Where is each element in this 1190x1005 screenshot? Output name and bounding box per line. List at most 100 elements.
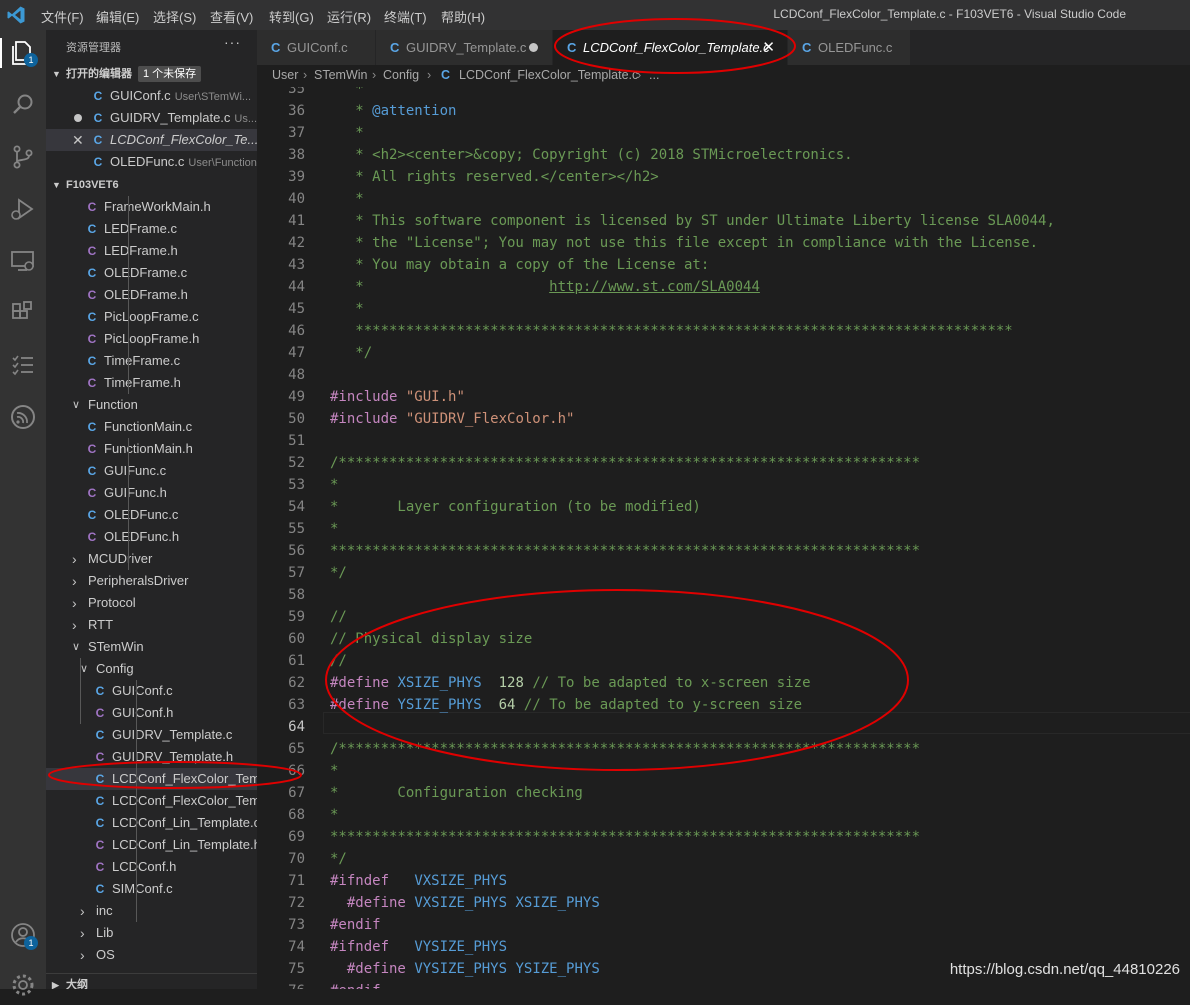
file-lcdconf-flexcolor-tem[interactable]: C LCDConf_FlexColor_Tem... xyxy=(46,768,257,790)
menu-file[interactable]: 文件(F) xyxy=(41,7,84,26)
code-line[interactable]: /***************************************… xyxy=(330,452,920,474)
file-lcdconf-h[interactable]: C LCDConf.h xyxy=(46,856,257,878)
tab-oledfunc[interactable]: C OLEDFunc.c xyxy=(788,30,911,65)
run-debug-icon[interactable] xyxy=(8,194,38,224)
unsaved-dot-icon[interactable] xyxy=(529,43,538,52)
testing-icon[interactable] xyxy=(8,350,38,380)
breadcrumb-config[interactable]: Config xyxy=(383,65,419,85)
code-line[interactable]: * This software component is licensed by… xyxy=(330,210,1055,232)
file-lcdconf-lin-template-h[interactable]: C LCDConf_Lin_Template.h xyxy=(46,834,257,856)
code-line[interactable]: ****************************************… xyxy=(330,320,1012,342)
file-lcdconf-flexcolor-tem[interactable]: C LCDConf_FlexColor_Tem... xyxy=(46,790,257,812)
code-line[interactable]: #ifndef VYSIZE_PHYS xyxy=(330,936,507,958)
file-timeframe-c[interactable]: C TimeFrame.c xyxy=(46,350,257,372)
code-line[interactable]: * xyxy=(330,518,338,540)
file-ledframe-c[interactable]: C LEDFrame.c xyxy=(46,218,257,240)
code-line[interactable]: #define XSIZE_PHYS 128 // To be adapted … xyxy=(330,672,811,694)
file-oledfunc-h[interactable]: C OLEDFunc.h xyxy=(46,526,257,548)
file-guifunc-h[interactable]: C GUIFunc.h xyxy=(46,482,257,504)
code-line[interactable]: * You may obtain a copy of the License a… xyxy=(330,254,709,276)
code-line[interactable]: * xyxy=(330,804,338,826)
file-simconf-c[interactable]: C SIMConf.c xyxy=(46,878,257,900)
file-guiconf-h[interactable]: C GUIConf.h xyxy=(46,702,257,724)
code-line[interactable]: * the "License"; You may not use this fi… xyxy=(330,232,1038,254)
menu-go[interactable]: 转到(G) xyxy=(269,7,314,26)
code-line[interactable]: * xyxy=(330,122,363,144)
code-line[interactable]: * xyxy=(330,188,363,210)
code-line[interactable]: * http://www.st.com/SLA0044 xyxy=(330,276,760,298)
file-picloopframe-h[interactable]: C PicLoopFrame.h xyxy=(46,328,257,350)
open-editors-header[interactable]: ▼ 打开的编辑器 1 个未保存 xyxy=(46,63,257,85)
source-control-icon[interactable] xyxy=(8,142,38,172)
project-header[interactable]: ▼ F103VET6 xyxy=(46,174,257,196)
file-picloopframe-c[interactable]: C PicLoopFrame.c xyxy=(46,306,257,328)
breadcrumb-stemwin[interactable]: STemWin xyxy=(314,65,367,85)
folder-peripheralsdriver[interactable]: › PeripheralsDriver xyxy=(46,570,257,592)
code-line[interactable]: // xyxy=(330,650,347,672)
open-editor-item[interactable]: C OLEDFunc.c User\Function xyxy=(46,151,257,173)
menu-run[interactable]: 运行(R) xyxy=(327,7,371,26)
code-line[interactable]: #endif xyxy=(330,980,381,989)
code-line[interactable]: // Physical display size xyxy=(330,628,532,650)
folder-os[interactable]: › OS xyxy=(46,944,257,966)
code-line[interactable]: #ifndef VXSIZE_PHYS xyxy=(330,870,507,892)
folder-inc[interactable]: › inc xyxy=(46,900,257,922)
code-line[interactable]: #define VXSIZE_PHYS XSIZE_PHYS xyxy=(330,892,600,914)
breadcrumb-file[interactable]: LCDConf_FlexColor_Template.c xyxy=(459,65,638,85)
file-oledframe-h[interactable]: C OLEDFrame.h xyxy=(46,284,257,306)
tab-guiconf[interactable]: C GUIConf.c xyxy=(257,30,376,65)
code-line[interactable]: * All rights reserved.</center></h2> xyxy=(330,166,658,188)
folder-rtt[interactable]: › RTT xyxy=(46,614,257,636)
close-icon[interactable]: ✕ xyxy=(72,129,84,151)
open-editor-item[interactable]: C GUIConf.c User\STemWi... xyxy=(46,85,257,107)
breadcrumb-symbol[interactable]: ... xyxy=(649,65,659,85)
menu-terminal[interactable]: 终端(T) xyxy=(384,7,427,26)
code-line[interactable]: * xyxy=(330,760,338,782)
tab-lcdconf-flexcolor[interactable]: C LCDConf_FlexColor_Template.c ✕ xyxy=(553,30,788,65)
code-line[interactable]: ****************************************… xyxy=(330,540,920,562)
menu-selection[interactable]: 选择(S) xyxy=(153,7,196,26)
menu-help[interactable]: 帮助(H) xyxy=(441,7,485,26)
code-line[interactable]: * Layer configuration (to be modified) xyxy=(330,496,701,518)
code-line[interactable]: #include "GUI.h" xyxy=(330,386,465,408)
outline-header[interactable]: ▶ 大纲 xyxy=(46,973,257,989)
menu-view[interactable]: 查看(V) xyxy=(210,7,253,26)
file-guidrv-template-c[interactable]: C GUIDRV_Template.c xyxy=(46,724,257,746)
code-line[interactable]: // xyxy=(330,606,347,628)
folder-protocol[interactable]: › Protocol xyxy=(46,592,257,614)
code-line[interactable]: #define YSIZE_PHYS 64 // To be adapted t… xyxy=(330,694,802,716)
file-ledframe-h[interactable]: C LEDFrame.h xyxy=(46,240,257,262)
more-actions-button[interactable]: ··· xyxy=(224,34,241,50)
search-icon[interactable] xyxy=(8,90,38,120)
file-guifunc-c[interactable]: C GUIFunc.c xyxy=(46,460,257,482)
code-line[interactable]: */ xyxy=(330,562,347,584)
code-line[interactable]: /***************************************… xyxy=(330,738,920,760)
file-oledframe-c[interactable]: C OLEDFrame.c xyxy=(46,262,257,284)
code-line[interactable]: * @attention xyxy=(330,100,456,122)
file-oledfunc-c[interactable]: C OLEDFunc.c xyxy=(46,504,257,526)
file-timeframe-h[interactable]: C TimeFrame.h xyxy=(46,372,257,394)
code-line[interactable]: ****************************************… xyxy=(330,826,920,848)
folder-stemwin[interactable]: ∨ STemWin xyxy=(46,636,257,658)
file-guidrv-template-h[interactable]: C GUIDRV_Template.h xyxy=(46,746,257,768)
code-line[interactable]: */ xyxy=(330,342,372,364)
settings-gear-icon[interactable] xyxy=(8,970,38,1000)
code-line[interactable]: #define VYSIZE_PHYS YSIZE_PHYS xyxy=(330,958,600,980)
espressif-icon[interactable] xyxy=(8,402,38,432)
code-line[interactable]: #endif xyxy=(330,914,381,936)
open-editor-item[interactable]: ✕ C LCDConf_FlexColor_Te... xyxy=(46,129,257,151)
file-frameworkmain-h[interactable]: C FrameWorkMain.h xyxy=(46,196,257,218)
folder-function[interactable]: ∨ Function xyxy=(46,394,257,416)
folder-config[interactable]: ∨ Config xyxy=(46,658,257,680)
folder-lib[interactable]: › Lib xyxy=(46,922,257,944)
file-guiconf-c[interactable]: C GUIConf.c xyxy=(46,680,257,702)
tab-guidrv-template[interactable]: C GUIDRV_Template.c xyxy=(376,30,553,65)
code-editor[interactable]: 35 * 36 * @attention 37 * 38 * <h2><center>… xyxy=(257,87,1190,989)
code-line[interactable]: * <h2><center>&copy; Copyright (c) 2018 … xyxy=(330,144,852,166)
code-line[interactable]: #include "GUIDRV_FlexColor.h" xyxy=(330,408,574,430)
breadcrumb-user[interactable]: User xyxy=(272,65,298,85)
file-functionmain-h[interactable]: C FunctionMain.h xyxy=(46,438,257,460)
file-functionmain-c[interactable]: C FunctionMain.c xyxy=(46,416,257,438)
code-line[interactable]: * xyxy=(330,474,338,496)
menu-edit[interactable]: 编辑(E) xyxy=(96,7,139,26)
